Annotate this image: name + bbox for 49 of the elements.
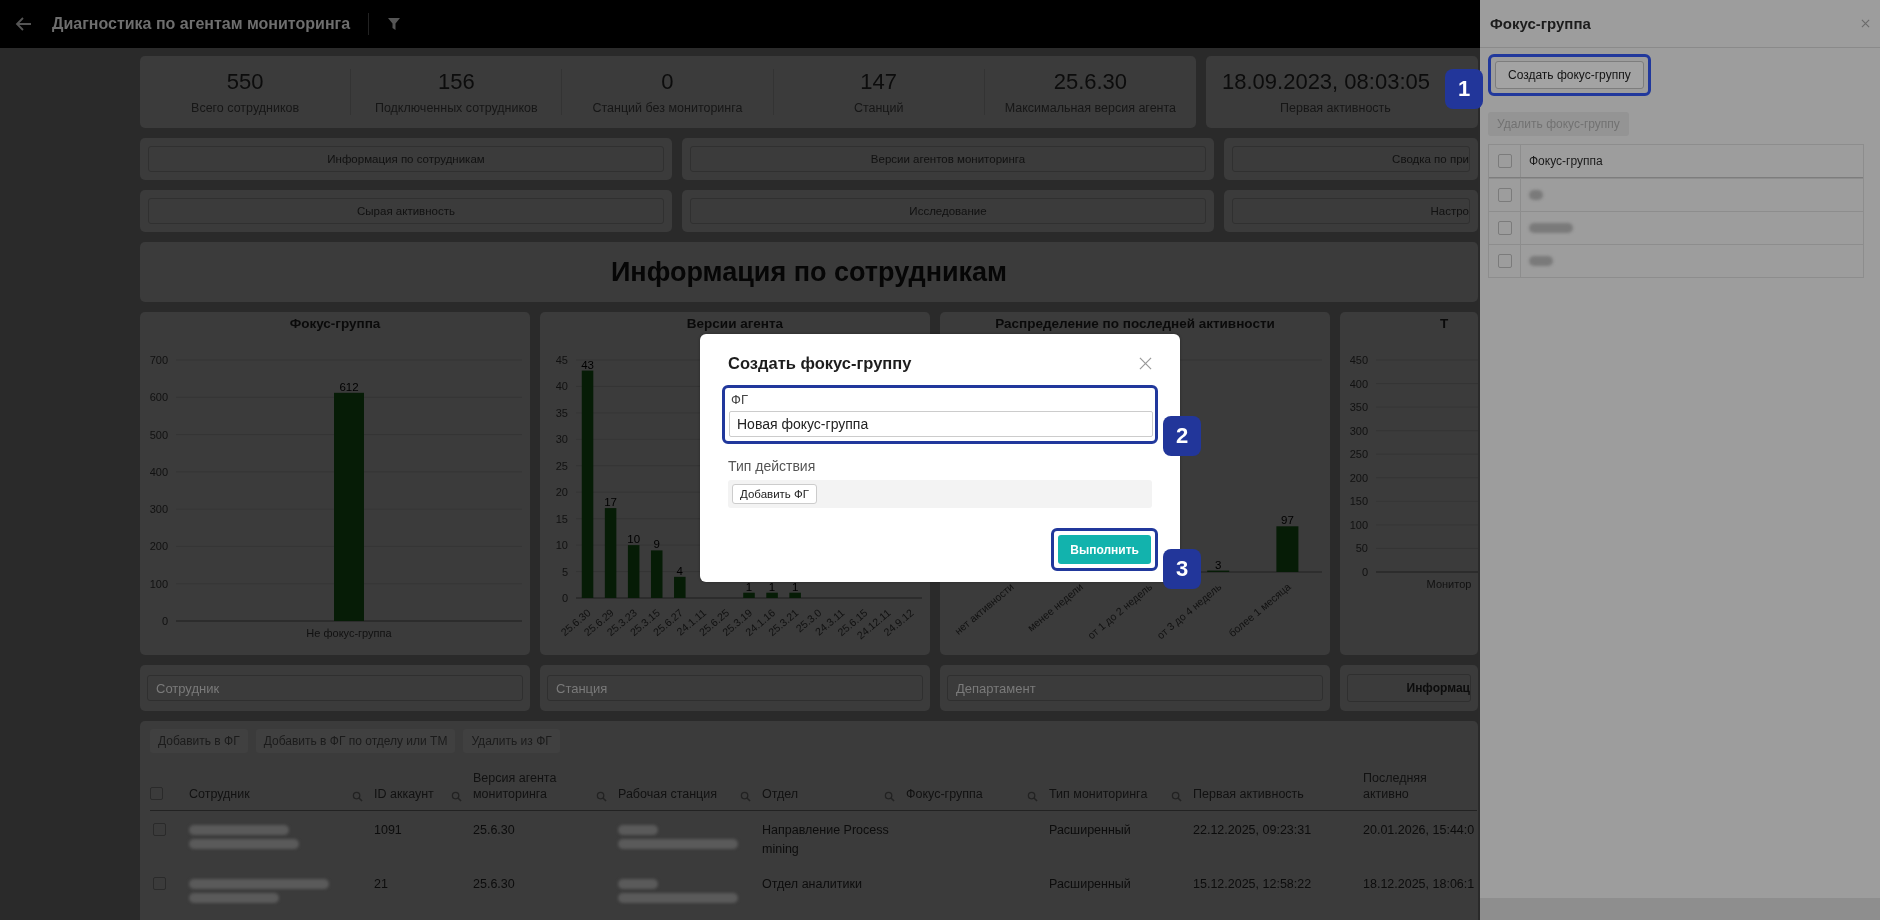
blurred-text bbox=[1529, 256, 1553, 266]
bar-value-label: 17 bbox=[604, 496, 617, 509]
step-badge: 1 bbox=[1445, 69, 1483, 109]
field-label: Тип действия bbox=[728, 458, 817, 474]
search-icon[interactable] bbox=[352, 791, 363, 802]
filter-field[interactable]: Станция bbox=[547, 675, 923, 701]
page-title: Диагностика по агентам мониторинга bbox=[52, 15, 351, 33]
search-icon[interactable] bbox=[1171, 791, 1182, 802]
checkbox[interactable] bbox=[1497, 154, 1512, 168]
filter-field[interactable]: Департамент bbox=[947, 675, 1323, 701]
search-icon[interactable] bbox=[451, 791, 462, 802]
dialog-title: Создать фокус-группу bbox=[728, 354, 912, 373]
blurred-text bbox=[618, 825, 658, 835]
close-icon[interactable] bbox=[1139, 357, 1152, 370]
create-focus-group-button[interactable]: Создать фокус-группу bbox=[1495, 61, 1644, 89]
chart-bar bbox=[1276, 526, 1299, 572]
bar-value-label: 1 bbox=[791, 580, 799, 593]
bar-value-label: 10 bbox=[627, 533, 641, 546]
blurred-text bbox=[1529, 223, 1573, 233]
action-option[interactable]: Добавить ФГ bbox=[732, 484, 817, 504]
search-icon[interactable] bbox=[884, 791, 895, 802]
name-input-field[interactable]: Новая фокус-группа bbox=[729, 411, 1153, 437]
search-icon[interactable] bbox=[740, 791, 751, 802]
close-icon[interactable] bbox=[1861, 19, 1870, 28]
chart-bar bbox=[743, 592, 755, 598]
checkbox[interactable] bbox=[1497, 188, 1512, 202]
chart-bar bbox=[627, 545, 640, 598]
checkbox[interactable] bbox=[1497, 254, 1512, 268]
submit-button[interactable]: Выполнить bbox=[1058, 535, 1151, 564]
field-label: ФГ bbox=[731, 392, 749, 407]
chart-bar bbox=[766, 592, 778, 598]
bar-value-label: 612 bbox=[339, 380, 359, 393]
filter-field[interactable]: Сотрудник bbox=[147, 675, 523, 701]
panel-title: Фокус-группа bbox=[1490, 15, 1591, 32]
search-icon[interactable] bbox=[596, 791, 607, 802]
chart-bar bbox=[674, 576, 686, 598]
blurred-text bbox=[618, 878, 658, 889]
chart-bar bbox=[650, 550, 663, 598]
chart-bar bbox=[789, 592, 801, 598]
filter-icon[interactable] bbox=[387, 17, 402, 31]
search-icon[interactable] bbox=[1027, 791, 1038, 802]
bar-value-label: 4 bbox=[676, 564, 683, 577]
checkbox[interactable] bbox=[1497, 221, 1512, 235]
step-badge: 2 bbox=[1163, 416, 1201, 456]
bar-value-label: 3 bbox=[1215, 558, 1222, 571]
step-badge: 3 bbox=[1163, 549, 1201, 589]
bar-value-label: 43 bbox=[581, 358, 594, 371]
column-header: Фокус-группа bbox=[1529, 154, 1603, 168]
blurred-text bbox=[1529, 190, 1543, 200]
